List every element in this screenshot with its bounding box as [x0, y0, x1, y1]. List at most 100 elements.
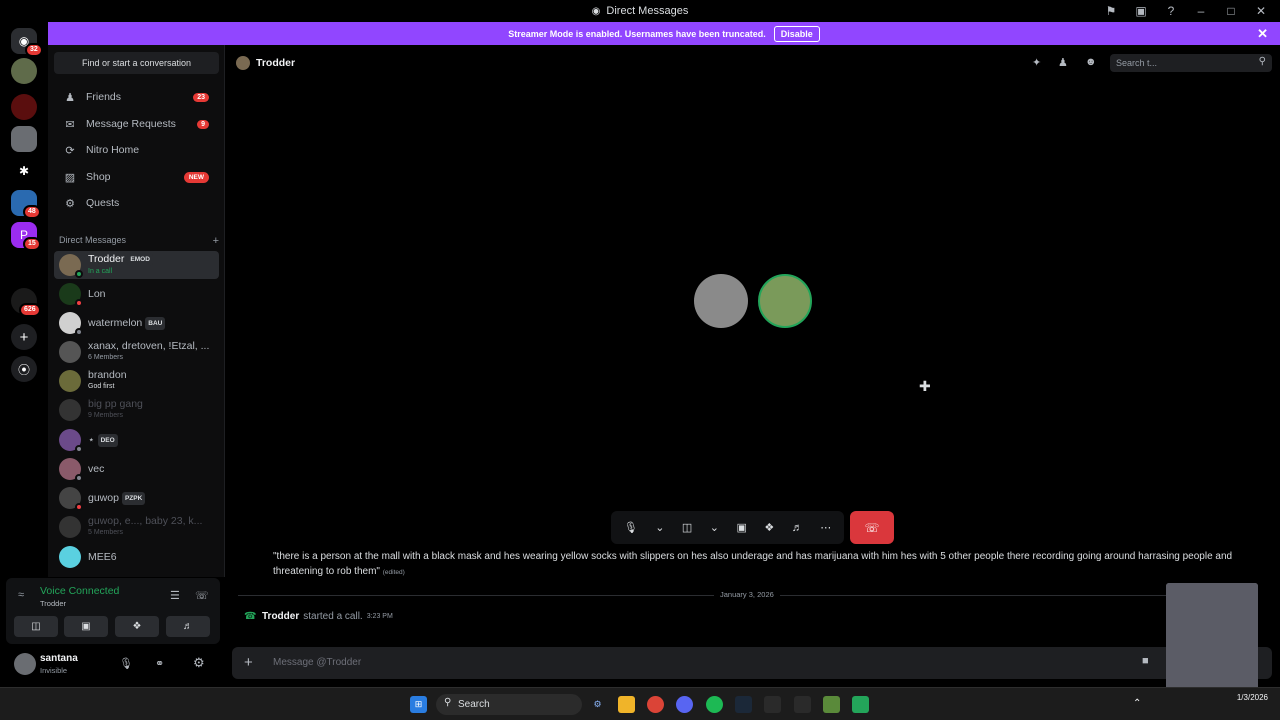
server-folder-badge: 626	[19, 303, 41, 317]
close-window-button[interactable]: ✕	[1248, 0, 1274, 22]
server-icon-1[interactable]	[11, 58, 37, 84]
dm-item-brandon[interactable]: brandon God first	[54, 367, 219, 395]
title-bar: ◉ Direct Messages ⚑ ▣ ? – □ ✕	[0, 0, 1280, 22]
nav-nitro-home[interactable]: ⟳ Nitro Home	[54, 138, 219, 162]
app-icon[interactable]	[852, 696, 869, 713]
requests-count: 9	[197, 119, 209, 129]
quoted-message: "there is a person at the mall with a bl…	[273, 551, 1233, 562]
dm-item-group-xanax[interactable]: xanax, dretoven, !Etzal, ... 6 Members	[54, 338, 219, 366]
server-icon-3[interactable]	[11, 126, 37, 152]
minimize-button[interactable]: –	[1188, 0, 1214, 22]
steam-icon[interactable]	[735, 696, 752, 713]
camera-button[interactable]: ◫	[14, 616, 58, 637]
create-dm-icon[interactable]: +	[213, 235, 219, 247]
epic-games-icon[interactable]	[764, 696, 781, 713]
dm-item-watermelon[interactable]: watermelon BAU	[54, 309, 219, 337]
dm-item-group-guwop[interactable]: guwop, e..., baby 23, k... 5 Members	[54, 513, 219, 541]
server-badge-4: 48	[23, 205, 41, 219]
call-participant-self[interactable]	[694, 274, 748, 328]
home-button[interactable]: ◉ 32	[11, 28, 43, 57]
file-explorer-icon[interactable]	[618, 696, 635, 713]
phone-icon: ☎	[244, 611, 257, 622]
search-input[interactable]: Search t... ⚲	[1110, 54, 1272, 72]
find-conversation-button[interactable]: Find or start a conversation	[54, 52, 219, 74]
dm-item-trodder[interactable]: Trodder EMOD In a call	[54, 251, 219, 279]
call-started-message: ☎ Trodder started a call. 3:23 PM	[244, 611, 393, 622]
server-icon-2[interactable]	[11, 94, 37, 120]
signal-icon[interactable]: ≈	[18, 589, 24, 601]
inbox-icon[interactable]: ▣	[1128, 0, 1154, 22]
avatar	[59, 254, 83, 278]
mic-icon[interactable]: 🎙	[624, 521, 638, 534]
gift-icon[interactable]: ■	[1142, 655, 1149, 667]
dm-tag: BAU	[145, 316, 166, 330]
disconnect-icon[interactable]: ☏	[195, 589, 209, 602]
chevron-down-icon[interactable]: ⌄	[655, 521, 664, 534]
voice-channel[interactable]: Trodder	[40, 599, 66, 608]
windows-start-icon[interactable]: ⊞	[410, 696, 427, 713]
dm-item-guwop[interactable]: guwop PZPK	[54, 484, 219, 512]
dm-item-vec[interactable]: vec	[54, 455, 219, 483]
dm-tag: PZPK	[121, 491, 146, 505]
discover-icon[interactable]: ⦿	[11, 356, 37, 382]
shop-icon: ▨	[64, 171, 76, 184]
mic-icon[interactable]: 🎙	[119, 657, 133, 670]
chevron-down-icon[interactable]: ⌄	[710, 521, 719, 534]
add-friend-icon[interactable]: ♟	[1058, 56, 1068, 69]
new-badge: NEW	[183, 171, 209, 183]
settings-app-icon[interactable]: ⚙	[589, 696, 606, 713]
soundboard-button[interactable]: ♬	[166, 616, 210, 637]
headphones-icon[interactable]: ⚭	[155, 657, 164, 670]
call-participant-trodder[interactable]	[758, 274, 812, 328]
dm-item-big-pp-gang[interactable]: big pp gang 9 Members	[54, 396, 219, 424]
nav-shop[interactable]: ▨ Shop NEW	[54, 165, 219, 189]
more-icon[interactable]: ⋯	[820, 521, 831, 534]
soundboard-icon[interactable]: ♬	[792, 522, 803, 534]
hangup-button[interactable]: ☏	[850, 511, 894, 544]
puzzle-icon[interactable]: ✱	[11, 158, 37, 184]
activities-button[interactable]: ❖	[115, 616, 159, 637]
screenshare-icon[interactable]: ▣	[736, 521, 746, 534]
add-server-icon[interactable]: +	[11, 324, 37, 350]
window-title: ◉ Direct Messages	[591, 5, 689, 17]
server-icon-4[interactable]: 48	[11, 190, 41, 219]
clock[interactable]: 1/3/2026	[1237, 692, 1268, 704]
group-avatar	[59, 399, 81, 421]
maximize-button[interactable]: □	[1218, 0, 1244, 22]
nav-friends[interactable]: ♟ Friends 23	[54, 85, 219, 109]
screenshare-button[interactable]: ▣	[64, 616, 108, 637]
server-icon-5[interactable]: P 15	[11, 222, 41, 251]
chrome-icon[interactable]	[647, 696, 664, 713]
minecraft-icon[interactable]	[823, 696, 840, 713]
status-dot	[75, 328, 83, 336]
quoted-message-end: threatening to rob them" (edited)	[273, 566, 405, 577]
video-pip[interactable]	[1166, 583, 1258, 703]
dm-item-mee6[interactable]: MEE6	[54, 543, 219, 571]
activities-icon[interactable]: ❖	[764, 521, 774, 534]
status-dot	[75, 503, 83, 511]
nav-message-requests[interactable]: ✉ Message Requests 9	[54, 112, 219, 136]
app-icon[interactable]	[794, 696, 811, 713]
server-folder[interactable]: 626	[11, 288, 41, 317]
taskbar-search[interactable]: ⚲ Search	[436, 694, 582, 715]
close-icon[interactable]: ✕	[1257, 26, 1268, 42]
dm-item-lon[interactable]: Lon	[54, 280, 219, 308]
spotify-icon[interactable]	[706, 696, 723, 713]
attach-icon[interactable]: +	[244, 654, 253, 671]
avatar	[59, 487, 83, 511]
pin-icon[interactable]: ✦	[1032, 56, 1041, 69]
discord-app-icon[interactable]	[676, 696, 693, 713]
help-icon[interactable]: ?	[1158, 0, 1184, 22]
noise-suppression-icon[interactable]: ☰	[170, 589, 180, 602]
camera-off-icon[interactable]: ◫	[682, 521, 692, 534]
chevron-up-icon[interactable]: ⌃	[1133, 698, 1141, 709]
nav-quests[interactable]: ⚙ Quests	[54, 191, 219, 215]
avatar[interactable]	[14, 653, 36, 675]
gear-icon[interactable]: ⚙	[193, 655, 205, 671]
disable-button[interactable]: Disable	[773, 25, 820, 42]
flag-icon[interactable]: ⚑	[1098, 0, 1124, 22]
message-input[interactable]: Message @Trodder	[273, 657, 361, 668]
profile-icon[interactable]: ☻	[1085, 56, 1097, 68]
dm-item-deo[interactable]: ⋆ DEO	[54, 426, 219, 454]
call-user[interactable]: Trodder	[262, 611, 299, 622]
